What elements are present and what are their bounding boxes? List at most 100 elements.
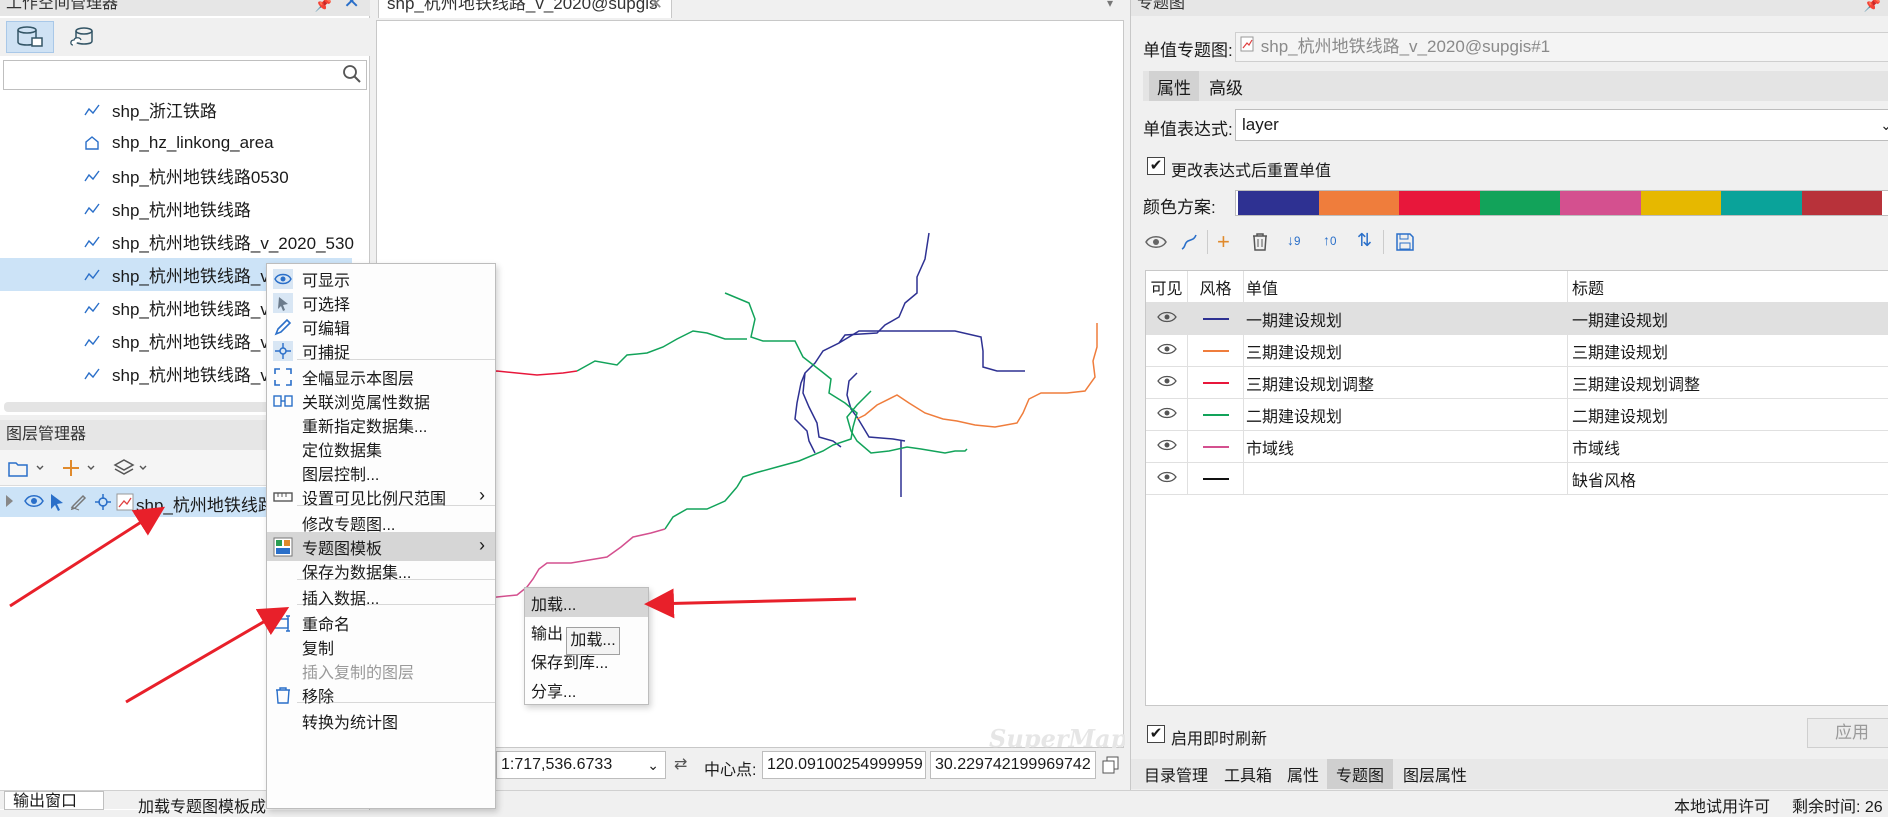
style-cell[interactable]: [1188, 431, 1244, 463]
style-cell[interactable]: [1188, 303, 1244, 335]
pin-icon[interactable]: 📌: [1864, 0, 1881, 16]
copy-icon[interactable]: [1102, 756, 1120, 779]
visible-cell[interactable]: [1146, 335, 1188, 367]
eye-icon[interactable]: [1156, 310, 1177, 329]
menu-insert-data[interactable]: 插入数据...: [267, 582, 495, 611]
title-cell[interactable]: 三期建设规划调整: [1568, 367, 1888, 399]
selectable-icon[interactable]: [48, 492, 66, 517]
title-cell[interactable]: 一期建设规划: [1568, 303, 1888, 335]
tree-item-dataset[interactable]: shp_杭州地铁线路: [0, 192, 360, 225]
expand-arrow-icon[interactable]: [6, 495, 13, 507]
title-cell[interactable]: 市域线: [1568, 431, 1888, 463]
visible-cell[interactable]: [1146, 463, 1188, 495]
title-cell[interactable]: 二期建设规划: [1568, 399, 1888, 431]
reset-checkbox[interactable]: ✔: [1147, 157, 1165, 175]
tree-item-dataset[interactable]: shp_杭州地铁线路0530: [0, 159, 360, 192]
chevron-down-icon[interactable]: ⌄: [1880, 110, 1888, 140]
visible-cell[interactable]: [1146, 367, 1188, 399]
eye-icon[interactable]: [1156, 406, 1177, 425]
editable-icon[interactable]: [70, 493, 88, 516]
visible-cell[interactable]: [1146, 303, 1188, 335]
tab-thematic[interactable]: 专题图: [1327, 759, 1393, 789]
table-row[interactable]: 二期建设规划 二期建设规划: [1146, 399, 1888, 431]
sort-ascending-icon[interactable]: ↑0: [1323, 232, 1336, 248]
delete-icon[interactable]: [1251, 232, 1269, 257]
header-style[interactable]: 风格: [1188, 271, 1244, 303]
submenu-load[interactable]: 加载...: [525, 588, 648, 617]
tab-close-icon[interactable]: ✕: [649, 0, 663, 15]
submenu-share[interactable]: 分享...: [525, 675, 648, 704]
tab-layer-properties[interactable]: 图层属性: [1397, 759, 1473, 789]
save-icon[interactable]: [1395, 232, 1415, 257]
header-visible[interactable]: 可见: [1146, 271, 1188, 303]
map-tab[interactable]: shp_杭州地铁线路_v_2020@supgis ✕: [378, 0, 672, 18]
style-cell[interactable]: [1188, 463, 1244, 495]
instant-refresh-checkbox[interactable]: ✔: [1147, 725, 1165, 743]
table-row[interactable]: 三期建设规划调整 三期建设规划调整: [1146, 367, 1888, 399]
output-window-tab[interactable]: 输出窗口: [4, 791, 104, 810]
tree-item-dataset[interactable]: shp_浙江铁路: [0, 93, 360, 126]
tab-dropdown-icon[interactable]: ▾: [1107, 0, 1113, 10]
value-cell[interactable]: 三期建设规划: [1244, 335, 1568, 367]
tab-advanced[interactable]: 高级: [1201, 71, 1251, 101]
search-icon[interactable]: [342, 64, 362, 89]
tree-item-dataset[interactable]: shp_杭州地铁线路_v_2020_530: [0, 225, 360, 258]
table-row[interactable]: 一期建设规划 一期建设规划: [1146, 303, 1888, 335]
tab-properties[interactable]: 属性: [1149, 71, 1199, 101]
apply-button[interactable]: 应用: [1807, 718, 1888, 748]
eye-icon[interactable]: [1156, 374, 1177, 393]
style-cell[interactable]: [1188, 367, 1244, 399]
add-layer-group-icon[interactable]: [6, 456, 46, 480]
value-cell[interactable]: 二期建设规划: [1244, 399, 1568, 431]
tab-attributes[interactable]: 属性: [1281, 759, 1325, 789]
eye-icon[interactable]: [1156, 342, 1177, 361]
color-scheme-select[interactable]: [1235, 190, 1888, 216]
cloud-database-icon[interactable]: [64, 21, 104, 53]
title-cell[interactable]: 三期建设规划: [1568, 335, 1888, 367]
reverse-icon[interactable]: ⇅: [1357, 230, 1372, 251]
visible-icon[interactable]: [24, 493, 44, 514]
header-value[interactable]: 单值: [1244, 271, 1568, 303]
table-row[interactable]: 缺省风格: [1146, 463, 1888, 495]
style-cell[interactable]: [1188, 335, 1244, 367]
center-x-field[interactable]: 120.09100254999959: [762, 751, 926, 779]
style-cell[interactable]: [1188, 399, 1244, 431]
value-cell[interactable]: 一期建设规划: [1244, 303, 1568, 335]
eye-icon[interactable]: [1145, 234, 1167, 255]
tab-catalog[interactable]: 目录管理: [1137, 759, 1215, 789]
snap-icon[interactable]: [94, 493, 112, 516]
pin-icon[interactable]: 📌: [315, 0, 332, 16]
workspace-search-input[interactable]: [3, 60, 367, 90]
menu-save-as-dataset[interactable]: 保存为数据集...: [267, 556, 495, 585]
title-cell[interactable]: 缺省风格: [1568, 463, 1888, 495]
layer-style-icon[interactable]: [112, 456, 152, 480]
visible-cell[interactable]: [1146, 431, 1188, 463]
style-icon[interactable]: [1179, 232, 1199, 257]
menu-convert-to-chart[interactable]: 转换为统计图: [267, 706, 495, 735]
value-cell[interactable]: 三期建设规划调整: [1244, 367, 1568, 399]
chevron-down-icon[interactable]: ⌄: [647, 752, 659, 778]
visible-cell[interactable]: [1146, 399, 1188, 431]
close-icon[interactable]: ✕: [343, 0, 360, 14]
eye-icon[interactable]: [1156, 438, 1177, 457]
eye-icon[interactable]: [1156, 470, 1177, 489]
add-layer-icon[interactable]: [60, 456, 100, 480]
tree-item-dataset[interactable]: shp_hz_linkong_area: [0, 126, 360, 159]
sort-descending-icon[interactable]: ↓9: [1287, 232, 1300, 248]
expression-select[interactable]: layer ⌄: [1235, 109, 1888, 141]
swap-icon[interactable]: ⇄: [674, 754, 687, 774]
table-row[interactable]: 三期建设规划 三期建设规划: [1146, 335, 1888, 367]
table-row[interactable]: 市域线 市域线: [1146, 431, 1888, 463]
layer-label[interactable]: shp_杭州地铁线路: [136, 491, 275, 516]
scale-combo[interactable]: 1:717,536.6733 ⌄: [496, 751, 666, 779]
menu-remove[interactable]: 移除: [267, 680, 495, 709]
tab-toolbox[interactable]: 工具箱: [1217, 759, 1279, 789]
center-y-field[interactable]: 30.229742199969742: [930, 751, 1096, 779]
value-cell[interactable]: [1244, 463, 1568, 495]
header-title[interactable]: 标题: [1568, 271, 1888, 303]
add-icon[interactable]: +: [1217, 231, 1230, 253]
menu-snappable[interactable]: 可捕捉: [267, 336, 495, 365]
database-icon[interactable]: [6, 21, 54, 53]
menu-visible-scale[interactable]: 设置可见比例尺范围 ›: [267, 482, 495, 511]
value-cell[interactable]: 市域线: [1244, 431, 1568, 463]
